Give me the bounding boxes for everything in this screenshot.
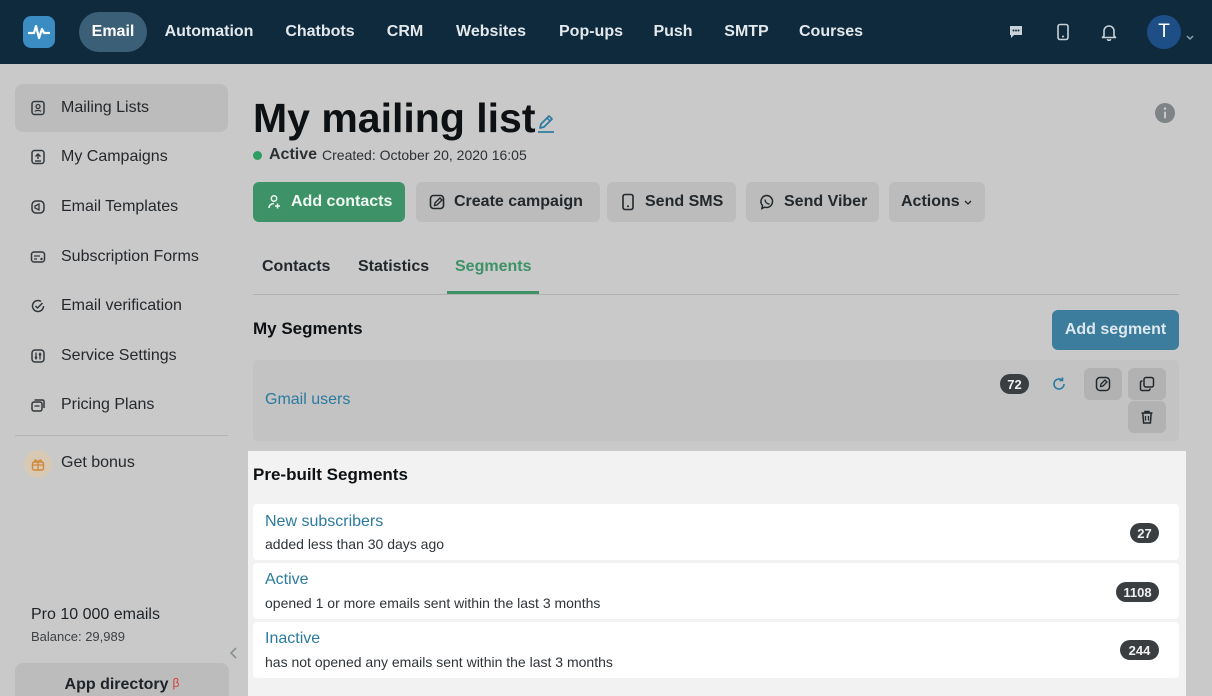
top-navigation: Email Automation Chatbots CRM Websites P… <box>0 0 1212 64</box>
settings-icon <box>29 347 47 365</box>
send-viber-label: Send Viber <box>784 193 868 210</box>
send-sms-button[interactable]: Send SMS <box>607 182 736 222</box>
campaign-edit-icon <box>428 193 446 211</box>
segment-description: has not opened any emails sent within th… <box>265 654 613 670</box>
create-campaign-label: Create campaign <box>454 193 583 210</box>
list-status-row: Active Created: October 20, 2020 16:05 <box>253 146 527 164</box>
sidebar-item-email-verification[interactable]: Email verification <box>15 282 228 330</box>
sidebar-item-label: Mailing Lists <box>61 99 150 116</box>
sidebar-item-service-settings[interactable]: Service Settings <box>15 332 228 380</box>
refresh-icon[interactable] <box>1040 368 1078 400</box>
edit-pencil-icon[interactable] <box>535 112 557 139</box>
chevron-left-icon[interactable] <box>229 646 239 665</box>
add-contacts-label: Add contacts <box>291 193 393 210</box>
page-title: My mailing list <box>253 95 536 141</box>
sidebar-item-mailing-lists[interactable]: Mailing Lists <box>15 84 228 132</box>
nav-email[interactable]: Email <box>79 12 147 52</box>
caret-down-icon <box>964 200 972 205</box>
prebuilt-segments-title: Pre-built Segments <box>253 465 408 484</box>
sidebar-item-label: Email verification <box>61 297 182 314</box>
segment-link-inactive[interactable]: Inactive <box>265 630 320 648</box>
status-badge: Active <box>269 146 318 163</box>
nav-smtp[interactable]: SMTP <box>710 12 783 52</box>
sidebar-item-label: Email Templates <box>61 198 179 215</box>
phone-icon <box>619 193 637 211</box>
phone-icon[interactable] <box>1052 21 1074 43</box>
segment-count-badge: 244 <box>1120 640 1159 660</box>
nav-courses[interactable]: Courses <box>787 12 875 52</box>
contacts-icon <box>29 99 47 117</box>
user-avatar[interactable]: T <box>1147 15 1181 49</box>
segment-link-active[interactable]: Active <box>265 571 309 589</box>
segment-description: added less than 30 days ago <box>265 536 445 552</box>
active-tab-indicator <box>447 291 539 294</box>
send-sms-label: Send SMS <box>645 193 724 210</box>
sidebar-item-label: Subscription Forms <box>61 248 199 265</box>
sidebar-divider <box>15 435 228 436</box>
tab-segments[interactable]: Segments <box>455 258 531 276</box>
copy-icon[interactable] <box>1128 368 1166 400</box>
edit-campaign-icon[interactable] <box>1084 368 1122 400</box>
app-directory-button[interactable]: App directory β <box>15 663 229 696</box>
add-user-icon <box>265 193 283 211</box>
nav-crm[interactable]: CRM <box>373 12 437 52</box>
nav-push[interactable]: Push <box>641 12 705 52</box>
segment-link-gmail-users[interactable]: Gmail users <box>265 391 350 409</box>
send-viber-button[interactable]: Send Viber <box>746 182 879 222</box>
plan-name: Pro 10 000 emails <box>31 606 160 623</box>
plan-balance: Balance: 29,989 <box>31 629 125 644</box>
sidebar-item-email-templates[interactable]: Email Templates <box>15 183 228 231</box>
nav-chatbots[interactable]: Chatbots <box>271 12 369 52</box>
app-logo-icon[interactable] <box>23 16 55 48</box>
tab-contacts[interactable]: Contacts <box>262 258 330 276</box>
campaign-icon <box>29 148 47 166</box>
actions-dropdown[interactable]: Actions <box>889 182 985 222</box>
sidebar-item-label: Service Settings <box>61 347 177 364</box>
viber-icon <box>758 193 776 211</box>
sidebar-item-my-campaigns[interactable]: My Campaigns <box>15 133 228 181</box>
nav-popups[interactable]: Pop-ups <box>545 12 637 52</box>
sidebar-item-pricing-plans[interactable]: Pricing Plans <box>15 381 228 429</box>
add-segment-button[interactable]: Add segment <box>1052 310 1179 350</box>
chevron-down-icon[interactable] <box>1186 28 1194 46</box>
bell-icon[interactable] <box>1098 21 1120 43</box>
segment-count-badge: 27 <box>1130 523 1159 543</box>
gift-icon <box>24 450 52 478</box>
created-date: Created: October 20, 2020 16:05 <box>322 147 527 163</box>
beta-mark: β <box>172 676 180 690</box>
add-contacts-button[interactable]: Add contacts <box>253 182 405 222</box>
my-segments-title: My Segments <box>253 319 363 338</box>
sidebar-item-subscription-forms[interactable]: Subscription Forms <box>15 233 228 281</box>
info-icon[interactable] <box>1154 102 1176 129</box>
segment-count-badge: 72 <box>1000 374 1029 394</box>
check-circle-icon <box>29 297 47 315</box>
segment-description: opened 1 or more emails sent within the … <box>265 595 601 611</box>
nav-automation[interactable]: Automation <box>151 12 267 52</box>
app-directory-label: App directory <box>64 676 169 693</box>
pricing-icon <box>29 396 47 414</box>
sidebar-item-label: Pricing Plans <box>61 396 155 413</box>
tabs-divider <box>253 294 1179 295</box>
trash-icon[interactable] <box>1128 401 1166 433</box>
sidebar-item-label: Get bonus <box>61 454 135 471</box>
actions-label: Actions <box>901 193 960 210</box>
status-dot <box>253 150 262 160</box>
tab-statistics[interactable]: Statistics <box>358 258 429 276</box>
forms-icon <box>29 248 47 266</box>
chat-icon[interactable] <box>1005 21 1027 43</box>
segment-count-badge: 1108 <box>1116 582 1159 602</box>
create-campaign-button[interactable]: Create campaign <box>416 182 600 222</box>
segment-link-new-subscribers[interactable]: New subscribers <box>265 513 383 531</box>
nav-websites[interactable]: Websites <box>441 12 541 52</box>
sidebar-item-label: My Campaigns <box>61 148 168 165</box>
templates-icon <box>29 198 47 216</box>
